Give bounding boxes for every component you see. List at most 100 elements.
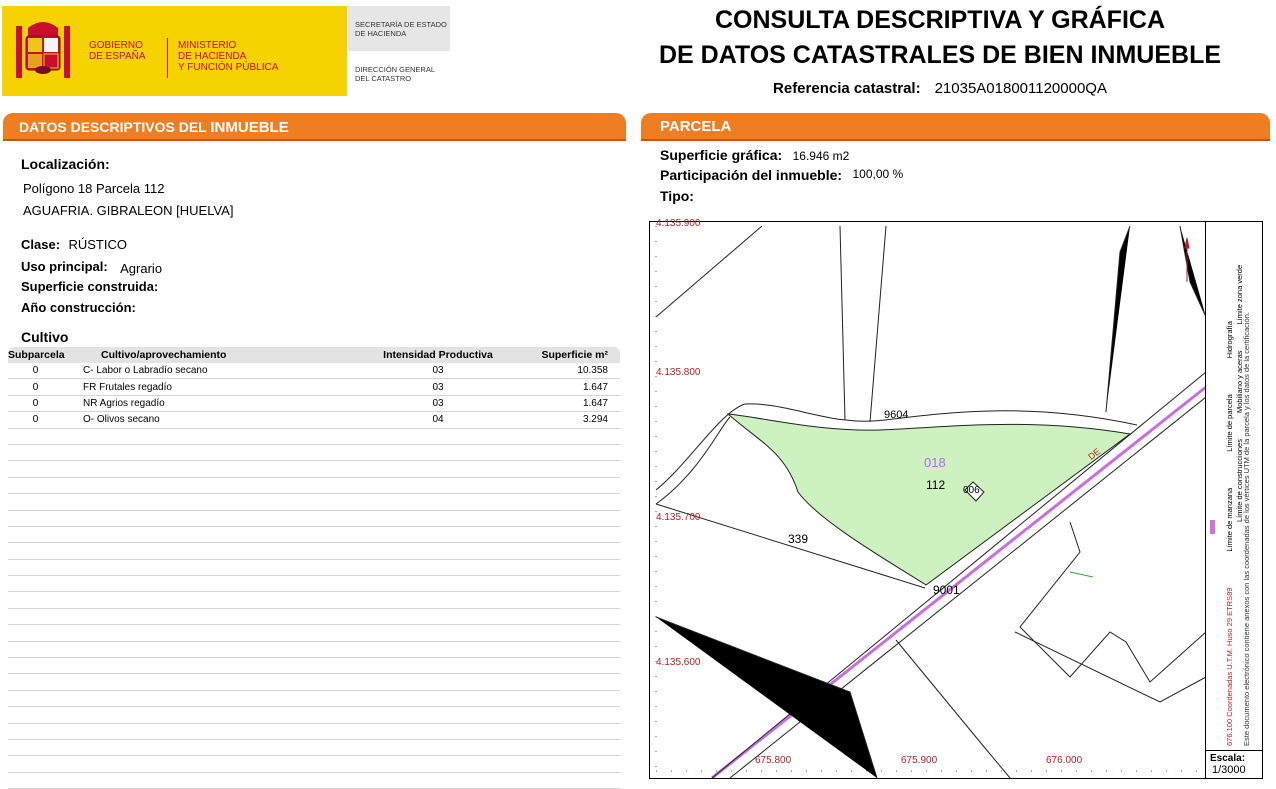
coord-y-3: 4.135.600 [656,657,701,668]
empty-table-row [8,773,620,789]
superficie-construida-label: Superficie construida: [21,279,159,294]
legend-utm: 676.100 Coordenadas U.T.M. Huso 29 ETRS8… [1225,587,1234,746]
gobierno-label: GOBIERNO DE ESPAÑA [89,40,146,62]
tipo-label: Tipo: [660,188,694,204]
label-poligono: 018 [924,455,946,470]
page-title-line2: DE DATOS CATASTRALES DE BIEN INMUEBLE [658,41,1222,69]
cell-intensidad: 03 [432,397,444,409]
empty-table-row [8,674,620,691]
cell-intensidad: 04 [432,414,444,426]
participacion-label: Participación del inmueble: [660,167,843,183]
green-zone-limit [1069,571,1094,578]
localizacion-label: Localización: [21,156,110,172]
cell-subparcela: 0 [32,365,39,377]
scale-box: Escala: 1/3000 [1205,750,1263,779]
clase-value: RÚSTICO [68,237,127,252]
localizacion-line2: AGUAFRIA. GIBRALEON [HUELVA] [23,203,234,218]
label-339: 339 [788,532,809,546]
parcel-boundary [1179,225,1206,318]
empty-table-row [8,494,620,511]
coord-y-0: 4.135.900 [656,218,701,229]
coat-of-arms-icon [16,22,70,78]
cell-superficie: 3.294 [582,414,608,426]
coord-x-1: 675.900 [901,755,938,766]
cell-superficie: 10.358 [577,365,608,377]
secretaria-label: SECRETARÍA DE ESTADO DE HACIENDA [355,20,447,38]
table-row: 0 O- Olivos secano 04 3.294 [8,412,620,429]
superficie-grafica-label: Superficie gráfica: [660,147,783,163]
header-cultivo: Cultivo/aprovechamiento [101,349,227,361]
header-superficie: Superficie m² [541,349,608,361]
map-drawing [655,225,1206,778]
section-title-emphasis: INMUEBLE [210,119,289,136]
cell-subparcela: 0 [32,414,39,426]
uso-field: Uso principal: Agrario [21,258,162,276]
coord-x-0: 675.800 [755,755,792,766]
empty-table-row [8,592,620,609]
table-row: 0 FR Frutales regadío 03 1.647 [8,379,620,396]
cell-subparcela: 0 [32,381,39,393]
empty-table-row [8,625,620,642]
cultivo-title: Cultivo [21,329,69,345]
direccion-label: DIRECCIÓN GENERAL DEL CATASTRO [355,65,436,83]
label-9604: 9604 [884,409,909,421]
label-parcela: 112 [926,478,946,492]
cell-cultivo: FR Frutales regadío [83,381,172,393]
empty-table-row [8,445,620,462]
legend-parcela: Límite de parcela [1225,394,1234,452]
cell-subparcela: 0 [32,397,39,409]
table-header: Subparcela Cultivo/aprovechamiento Inten… [8,347,620,363]
label-building: 006 [963,485,980,496]
empty-table-row [8,560,620,577]
legend-manzana: Límite de manzana [1225,487,1234,552]
cell-cultivo: O- Olivos secano [83,414,160,426]
empty-table-row [8,707,620,724]
table-row: 0 C- Labor o Labradío secano 03 10.358 [8,363,620,380]
empty-table-row [8,642,620,659]
participacion-value: 100,00 % [852,167,904,181]
empty-table-row [8,527,620,544]
cell-intensidad: 03 [432,381,444,393]
empty-table-row [8,658,620,675]
uso-label: Uso principal: [21,259,108,274]
government-logo-band: GOBIERNO DE ESPAÑA MINISTERIO DE HACIENDA Y… [2,6,347,96]
empty-table-row [8,756,620,773]
participacion-field: Participación del inmueble: 100,00 % [660,167,903,185]
building-outline [1019,521,1206,683]
legend-zona-verde: Límite zona verde [1235,264,1244,325]
referencia-label: Referencia catastral: [773,80,921,97]
empty-table-row [8,511,620,527]
section-title: DATOS DESCRIPTIVOS DEL [19,119,211,135]
legend-manzana-swatch [1210,520,1215,534]
localizacion-line1: Polígono 18 Parcela 112 [23,181,165,196]
cell-superficie: 1.647 [582,397,608,409]
uso-value: Agrario [120,261,163,276]
scale-value: 1/3000 [1212,764,1246,776]
legend-construcciones: Límite de construcciones [1235,439,1244,522]
coord-y-2: 4.135.700 [656,512,701,523]
parcel-boundary [839,225,846,421]
parcel-112-shape [726,413,1132,586]
header-subparcela: Subparcela [8,349,65,361]
empty-table-row [8,609,620,626]
page-title-line1: CONSULTA DESCRIPTIVA Y GRÁFICA [714,6,1166,34]
empty-table-row [8,691,620,708]
secretaria-box: SECRETARÍA DE ESTADO DE HACIENDA [348,6,450,51]
empty-table-row [8,543,620,560]
cultivo-table: Subparcela Cultivo/aprovechamiento Inten… [8,347,620,789]
legend-col3: Límite de construcciones Mobiliario y ac… [1235,265,1244,522]
map-legend: Este documento electrónico contiene anex… [1205,222,1263,750]
referencia-catastral: Referencia catastral: 21035A018001120000Q… [640,80,1240,97]
empty-table-row [8,461,620,478]
empty-table-row [8,576,620,593]
empty-table-row [8,478,620,495]
clase-field: Clase: RÚSTICO [21,236,127,254]
empty-table-row [8,429,620,445]
parcel-boundary [655,616,878,778]
clase-label: Clase: [21,237,61,252]
cell-cultivo: NR Agrios regadío [83,397,165,409]
coord-x-2: 676.000 [1046,755,1083,766]
label-9001: 9001 [933,583,960,597]
legend-col2: 676.100 Coordenadas U.T.M. Huso 29 ETRS8… [1225,246,1234,746]
cell-cultivo: C- Labor o Labradío secano [83,365,208,377]
